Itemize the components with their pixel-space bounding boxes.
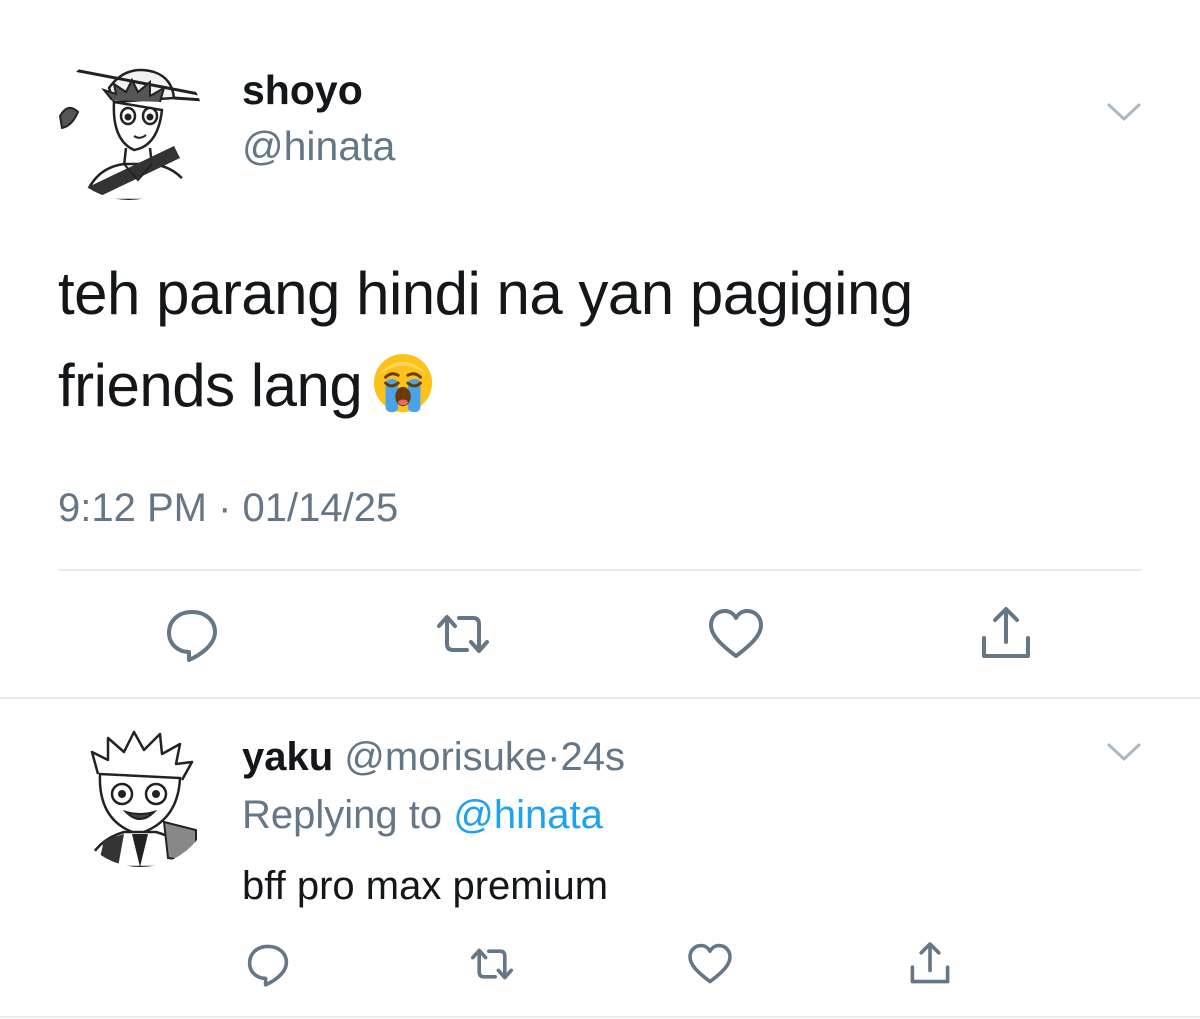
like-icon[interactable]: [706, 604, 766, 664]
loudly-crying-face-icon: [372, 348, 434, 413]
reply-age[interactable]: 24s: [561, 735, 626, 779]
tweet-time: 9:12 PM: [58, 486, 207, 530]
divider: [0, 1016, 1200, 1018]
tweet-date: 01/14/25: [242, 486, 399, 530]
reply-icon[interactable]: [162, 604, 222, 664]
retweet-icon[interactable]: [468, 940, 516, 988]
avatar-illustration: [68, 722, 213, 867]
chevron-down-icon[interactable]: [1106, 740, 1142, 764]
tweet-timestamp[interactable]: 9:12 PM · 01/14/25: [58, 482, 398, 534]
reply-author-avatar[interactable]: [68, 722, 213, 867]
meta-separator: ·: [547, 735, 561, 779]
reply-text: bff pro max premium: [242, 864, 609, 908]
tweet-text-line: friends lang: [58, 340, 1138, 432]
meta-separator: ·: [218, 486, 232, 530]
replying-to-mention-link[interactable]: @hinata: [453, 793, 603, 837]
reply-header: yaku @morisuke·24s: [242, 733, 625, 781]
tweet-text: teh parang hindi na yan pagiging friends…: [58, 248, 1138, 432]
author-avatar[interactable]: [54, 50, 204, 200]
tweet-text-fragment: friends lang: [58, 352, 363, 419]
reply-icon[interactable]: [244, 940, 292, 988]
reply-author-display-name[interactable]: yaku: [242, 735, 333, 779]
tweet-text-line: teh parang hindi na yan pagiging: [58, 260, 913, 327]
share-icon[interactable]: [906, 940, 954, 988]
share-icon[interactable]: [976, 604, 1036, 664]
reply-author-handle[interactable]: @morisuke: [344, 735, 547, 779]
avatar-illustration: [54, 50, 204, 200]
author-handle[interactable]: @hinata: [242, 122, 395, 170]
chevron-down-icon[interactable]: [1106, 100, 1142, 124]
like-icon[interactable]: [686, 940, 734, 988]
replying-to-label: Replying to: [242, 793, 443, 837]
divider: [0, 697, 1200, 699]
replying-to: Replying to @hinata: [242, 791, 603, 839]
divider: [58, 569, 1142, 571]
author-display-name[interactable]: shoyo: [242, 66, 363, 114]
retweet-icon[interactable]: [433, 604, 493, 664]
